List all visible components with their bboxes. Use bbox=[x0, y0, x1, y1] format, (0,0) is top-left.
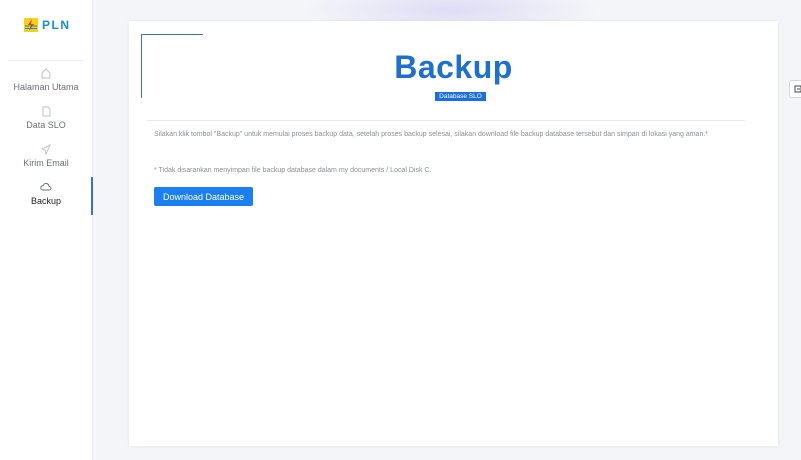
divider bbox=[147, 120, 745, 121]
home-icon bbox=[41, 68, 51, 80]
pln-logo-icon bbox=[24, 18, 38, 32]
download-database-button[interactable]: Download Database bbox=[154, 187, 253, 206]
sidebar: PLN Halaman Utama Data SLO Kirim Email B… bbox=[0, 0, 93, 460]
instruction-text: Silakan klik tombol "Backup" untuk memul… bbox=[154, 131, 709, 138]
sidebar-divider bbox=[8, 60, 84, 61]
corner-accent-horizontal bbox=[141, 34, 203, 35]
side-panel-toggle[interactable] bbox=[789, 80, 801, 98]
login-icon bbox=[794, 85, 801, 93]
sidebar-item-label: Kirim Email bbox=[23, 158, 69, 168]
sidebar-item-label: Halaman Utama bbox=[13, 82, 79, 92]
sidebar-item-label: Data SLO bbox=[26, 120, 66, 130]
sidebar-item-kirim-email[interactable]: Kirim Email bbox=[0, 142, 92, 180]
page-title: Backup bbox=[394, 49, 513, 85]
subtitle-wrap: Database SLO bbox=[129, 85, 778, 103]
send-icon bbox=[40, 144, 51, 156]
sidebar-item-label: Backup bbox=[30, 196, 62, 206]
brand-name: PLN bbox=[42, 18, 71, 32]
warning-note: * Tidak disarankan menyimpan file backup… bbox=[154, 167, 432, 174]
sidebar-nav: Halaman Utama Data SLO Kirim Email Backu… bbox=[0, 66, 93, 218]
document-icon bbox=[42, 106, 51, 118]
brand-logo[interactable]: PLN bbox=[24, 18, 71, 32]
sidebar-item-data-slo[interactable]: Data SLO bbox=[0, 104, 92, 142]
cloud-icon bbox=[40, 182, 52, 194]
sidebar-item-halaman-utama[interactable]: Halaman Utama bbox=[0, 66, 92, 104]
page-subtitle-badge: Database SLO bbox=[435, 92, 486, 101]
backup-card: Backup Database SLO Silakan klik tombol … bbox=[129, 21, 778, 446]
sidebar-item-backup[interactable]: Backup bbox=[0, 177, 93, 218]
